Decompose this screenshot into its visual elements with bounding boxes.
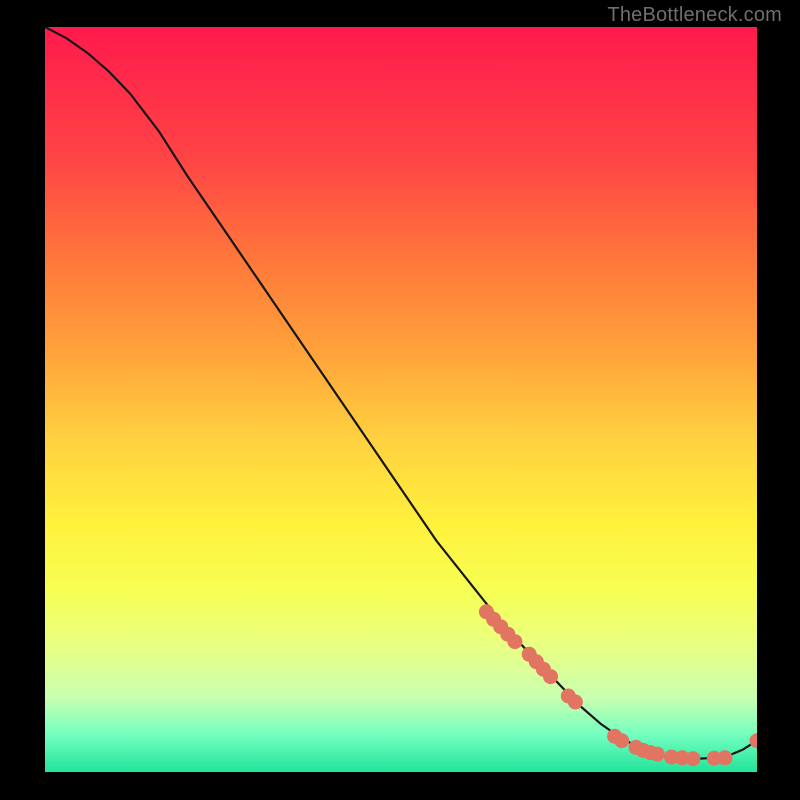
plot-area (45, 27, 757, 772)
marker-dot (507, 634, 522, 649)
marker-dot (685, 751, 700, 766)
watermark-text: TheBottleneck.com (607, 4, 782, 27)
marker-dot (614, 733, 629, 748)
marker-dot (543, 669, 558, 684)
chart-frame: TheBottleneck.com (0, 0, 800, 800)
marker-dot (718, 750, 733, 765)
curve-line (45, 27, 757, 759)
chart-svg (45, 27, 757, 772)
marker-dot (568, 695, 583, 710)
marker-dots (479, 604, 757, 766)
marker-dot (650, 747, 665, 762)
